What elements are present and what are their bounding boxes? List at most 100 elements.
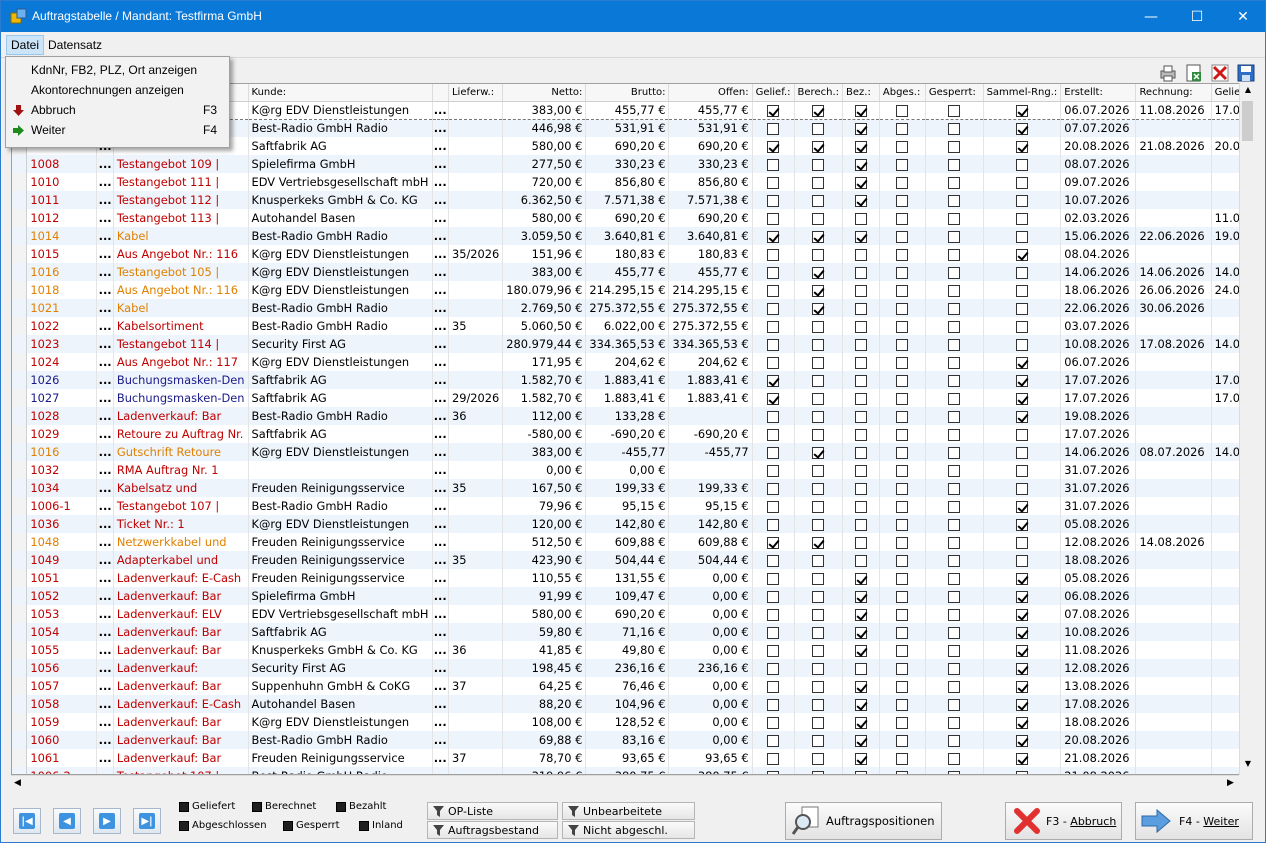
table-row[interactable]: 1049... Adapterkabel und Freuden Reinigung… bbox=[12, 551, 1254, 569]
locked-cell[interactable] bbox=[925, 299, 984, 317]
delivered-checkbox[interactable] bbox=[767, 446, 780, 459]
collective-invoice-checkbox[interactable] bbox=[1015, 464, 1028, 477]
invoiced-cell[interactable] bbox=[794, 155, 844, 173]
table-row[interactable]: 1056... Ladenverkauf: Security First AG...… bbox=[12, 659, 1254, 677]
customer-lookup-button[interactable]: ... bbox=[432, 227, 449, 245]
closed-cell[interactable] bbox=[879, 551, 926, 569]
minimize-button[interactable]: — bbox=[1128, 1, 1174, 32]
closed-cell[interactable] bbox=[879, 695, 926, 713]
paid-cell[interactable] bbox=[842, 767, 880, 774]
paid-cell[interactable] bbox=[842, 569, 880, 587]
invoiced-cell[interactable] bbox=[794, 677, 844, 695]
header-erstellt[interactable]: Erstellt: bbox=[1060, 84, 1137, 102]
paid-checkbox[interactable] bbox=[854, 572, 867, 585]
closed-checkbox[interactable] bbox=[896, 248, 909, 261]
closed-checkbox[interactable] bbox=[896, 716, 909, 729]
row-selector[interactable] bbox=[12, 713, 28, 731]
paid-cell[interactable] bbox=[842, 299, 880, 317]
closed-cell[interactable] bbox=[879, 389, 926, 407]
paid-checkbox[interactable] bbox=[854, 680, 867, 693]
closed-checkbox[interactable] bbox=[896, 302, 909, 315]
delivered-checkbox[interactable] bbox=[767, 662, 780, 675]
customer-lookup-button[interactable]: ... bbox=[432, 677, 449, 695]
closed-cell[interactable] bbox=[879, 155, 926, 173]
collective-invoice-checkbox[interactable] bbox=[1015, 662, 1028, 675]
invoiced-checkbox[interactable] bbox=[812, 518, 825, 531]
invoiced-checkbox[interactable] bbox=[812, 734, 825, 747]
collective-invoice-checkbox[interactable] bbox=[1015, 572, 1028, 585]
delivered-checkbox[interactable] bbox=[767, 698, 780, 711]
locked-checkbox[interactable] bbox=[948, 608, 961, 621]
abbruch-button[interactable]: F3 - Abbruch bbox=[1005, 802, 1122, 840]
delivered-checkbox[interactable] bbox=[767, 320, 780, 333]
delivered-checkbox[interactable] bbox=[767, 284, 780, 297]
invoiced-checkbox[interactable] bbox=[812, 122, 825, 135]
closed-checkbox[interactable] bbox=[896, 194, 909, 207]
locked-cell[interactable] bbox=[925, 173, 984, 191]
locked-checkbox[interactable] bbox=[948, 284, 961, 297]
locked-checkbox[interactable] bbox=[948, 248, 961, 261]
invoiced-cell[interactable] bbox=[794, 749, 844, 767]
closed-cell[interactable] bbox=[879, 335, 926, 353]
delivered-cell[interactable] bbox=[752, 731, 795, 749]
closed-cell[interactable] bbox=[879, 263, 926, 281]
customer-lookup-button[interactable]: ... bbox=[432, 443, 449, 461]
filter-auftragsbestand-button[interactable]: Auftragsbestand bbox=[427, 821, 558, 839]
closed-checkbox[interactable] bbox=[896, 338, 909, 351]
customer-lookup-button[interactable]: ... bbox=[432, 299, 449, 317]
closed-checkbox[interactable] bbox=[896, 662, 909, 675]
customer-lookup-button[interactable]: ... bbox=[432, 659, 449, 677]
collective-invoice-checkbox[interactable] bbox=[1015, 680, 1028, 693]
locked-cell[interactable] bbox=[925, 371, 984, 389]
collective-invoice-cell[interactable] bbox=[983, 191, 1062, 209]
invoiced-checkbox[interactable] bbox=[812, 140, 825, 153]
row-selector[interactable] bbox=[12, 623, 28, 641]
paid-checkbox[interactable] bbox=[854, 140, 867, 153]
collective-invoice-checkbox[interactable] bbox=[1015, 320, 1028, 333]
invoiced-checkbox[interactable] bbox=[812, 464, 825, 477]
invoiced-cell[interactable] bbox=[794, 425, 844, 443]
delivered-checkbox[interactable] bbox=[767, 464, 780, 477]
paid-cell[interactable] bbox=[842, 263, 880, 281]
table-row[interactable]: 1012... Testangebot 113 | Autohandel Basen… bbox=[12, 209, 1254, 227]
row-selector[interactable] bbox=[12, 731, 28, 749]
customer-lookup-button[interactable]: ... bbox=[432, 479, 449, 497]
delivered-cell[interactable] bbox=[752, 479, 795, 497]
collective-invoice-checkbox[interactable] bbox=[1015, 104, 1028, 117]
locked-checkbox[interactable] bbox=[948, 482, 961, 495]
paid-cell[interactable] bbox=[842, 317, 880, 335]
delivered-checkbox[interactable] bbox=[767, 536, 780, 549]
closed-cell[interactable] bbox=[879, 641, 926, 659]
paid-checkbox[interactable] bbox=[854, 158, 867, 171]
closed-checkbox[interactable] bbox=[896, 518, 909, 531]
table-row[interactable]: 1010... Testangebot 111 | EDV Vertriebsges… bbox=[12, 173, 1254, 191]
invoiced-checkbox[interactable] bbox=[812, 230, 825, 243]
paid-cell[interactable] bbox=[842, 389, 880, 407]
invoiced-checkbox[interactable] bbox=[812, 680, 825, 693]
closed-cell[interactable] bbox=[879, 191, 926, 209]
excel-export-icon[interactable] bbox=[1184, 63, 1204, 83]
paid-cell[interactable] bbox=[842, 425, 880, 443]
locked-checkbox[interactable] bbox=[948, 536, 961, 549]
customer-lookup-button[interactable]: ... bbox=[432, 407, 449, 425]
locked-cell[interactable] bbox=[925, 137, 984, 155]
order-lookup-button[interactable]: ... bbox=[96, 335, 114, 353]
delivered-cell[interactable] bbox=[752, 299, 795, 317]
collective-invoice-cell[interactable] bbox=[983, 551, 1062, 569]
paid-cell[interactable] bbox=[842, 227, 880, 245]
paid-cell[interactable] bbox=[842, 371, 880, 389]
invoiced-cell[interactable] bbox=[794, 389, 844, 407]
invoiced-cell[interactable] bbox=[794, 371, 844, 389]
paid-cell[interactable] bbox=[842, 497, 880, 515]
invoiced-cell[interactable] bbox=[794, 731, 844, 749]
table-row[interactable]: 1034... Kabelsatz und Freuden Reinigungsse… bbox=[12, 479, 1254, 497]
order-lookup-button[interactable]: ... bbox=[96, 497, 114, 515]
invoiced-checkbox[interactable] bbox=[812, 698, 825, 711]
invoiced-checkbox[interactable] bbox=[812, 590, 825, 603]
invoiced-cell[interactable] bbox=[794, 533, 844, 551]
closed-checkbox[interactable] bbox=[896, 392, 909, 405]
header-rechnung[interactable]: Rechnung: bbox=[1135, 84, 1212, 102]
order-lookup-button[interactable]: ... bbox=[96, 353, 114, 371]
table-row[interactable]: 1032... RMA Auftrag Nr. 1... 0,00 €0,00 €3… bbox=[12, 461, 1254, 479]
invoiced-cell[interactable] bbox=[794, 191, 844, 209]
